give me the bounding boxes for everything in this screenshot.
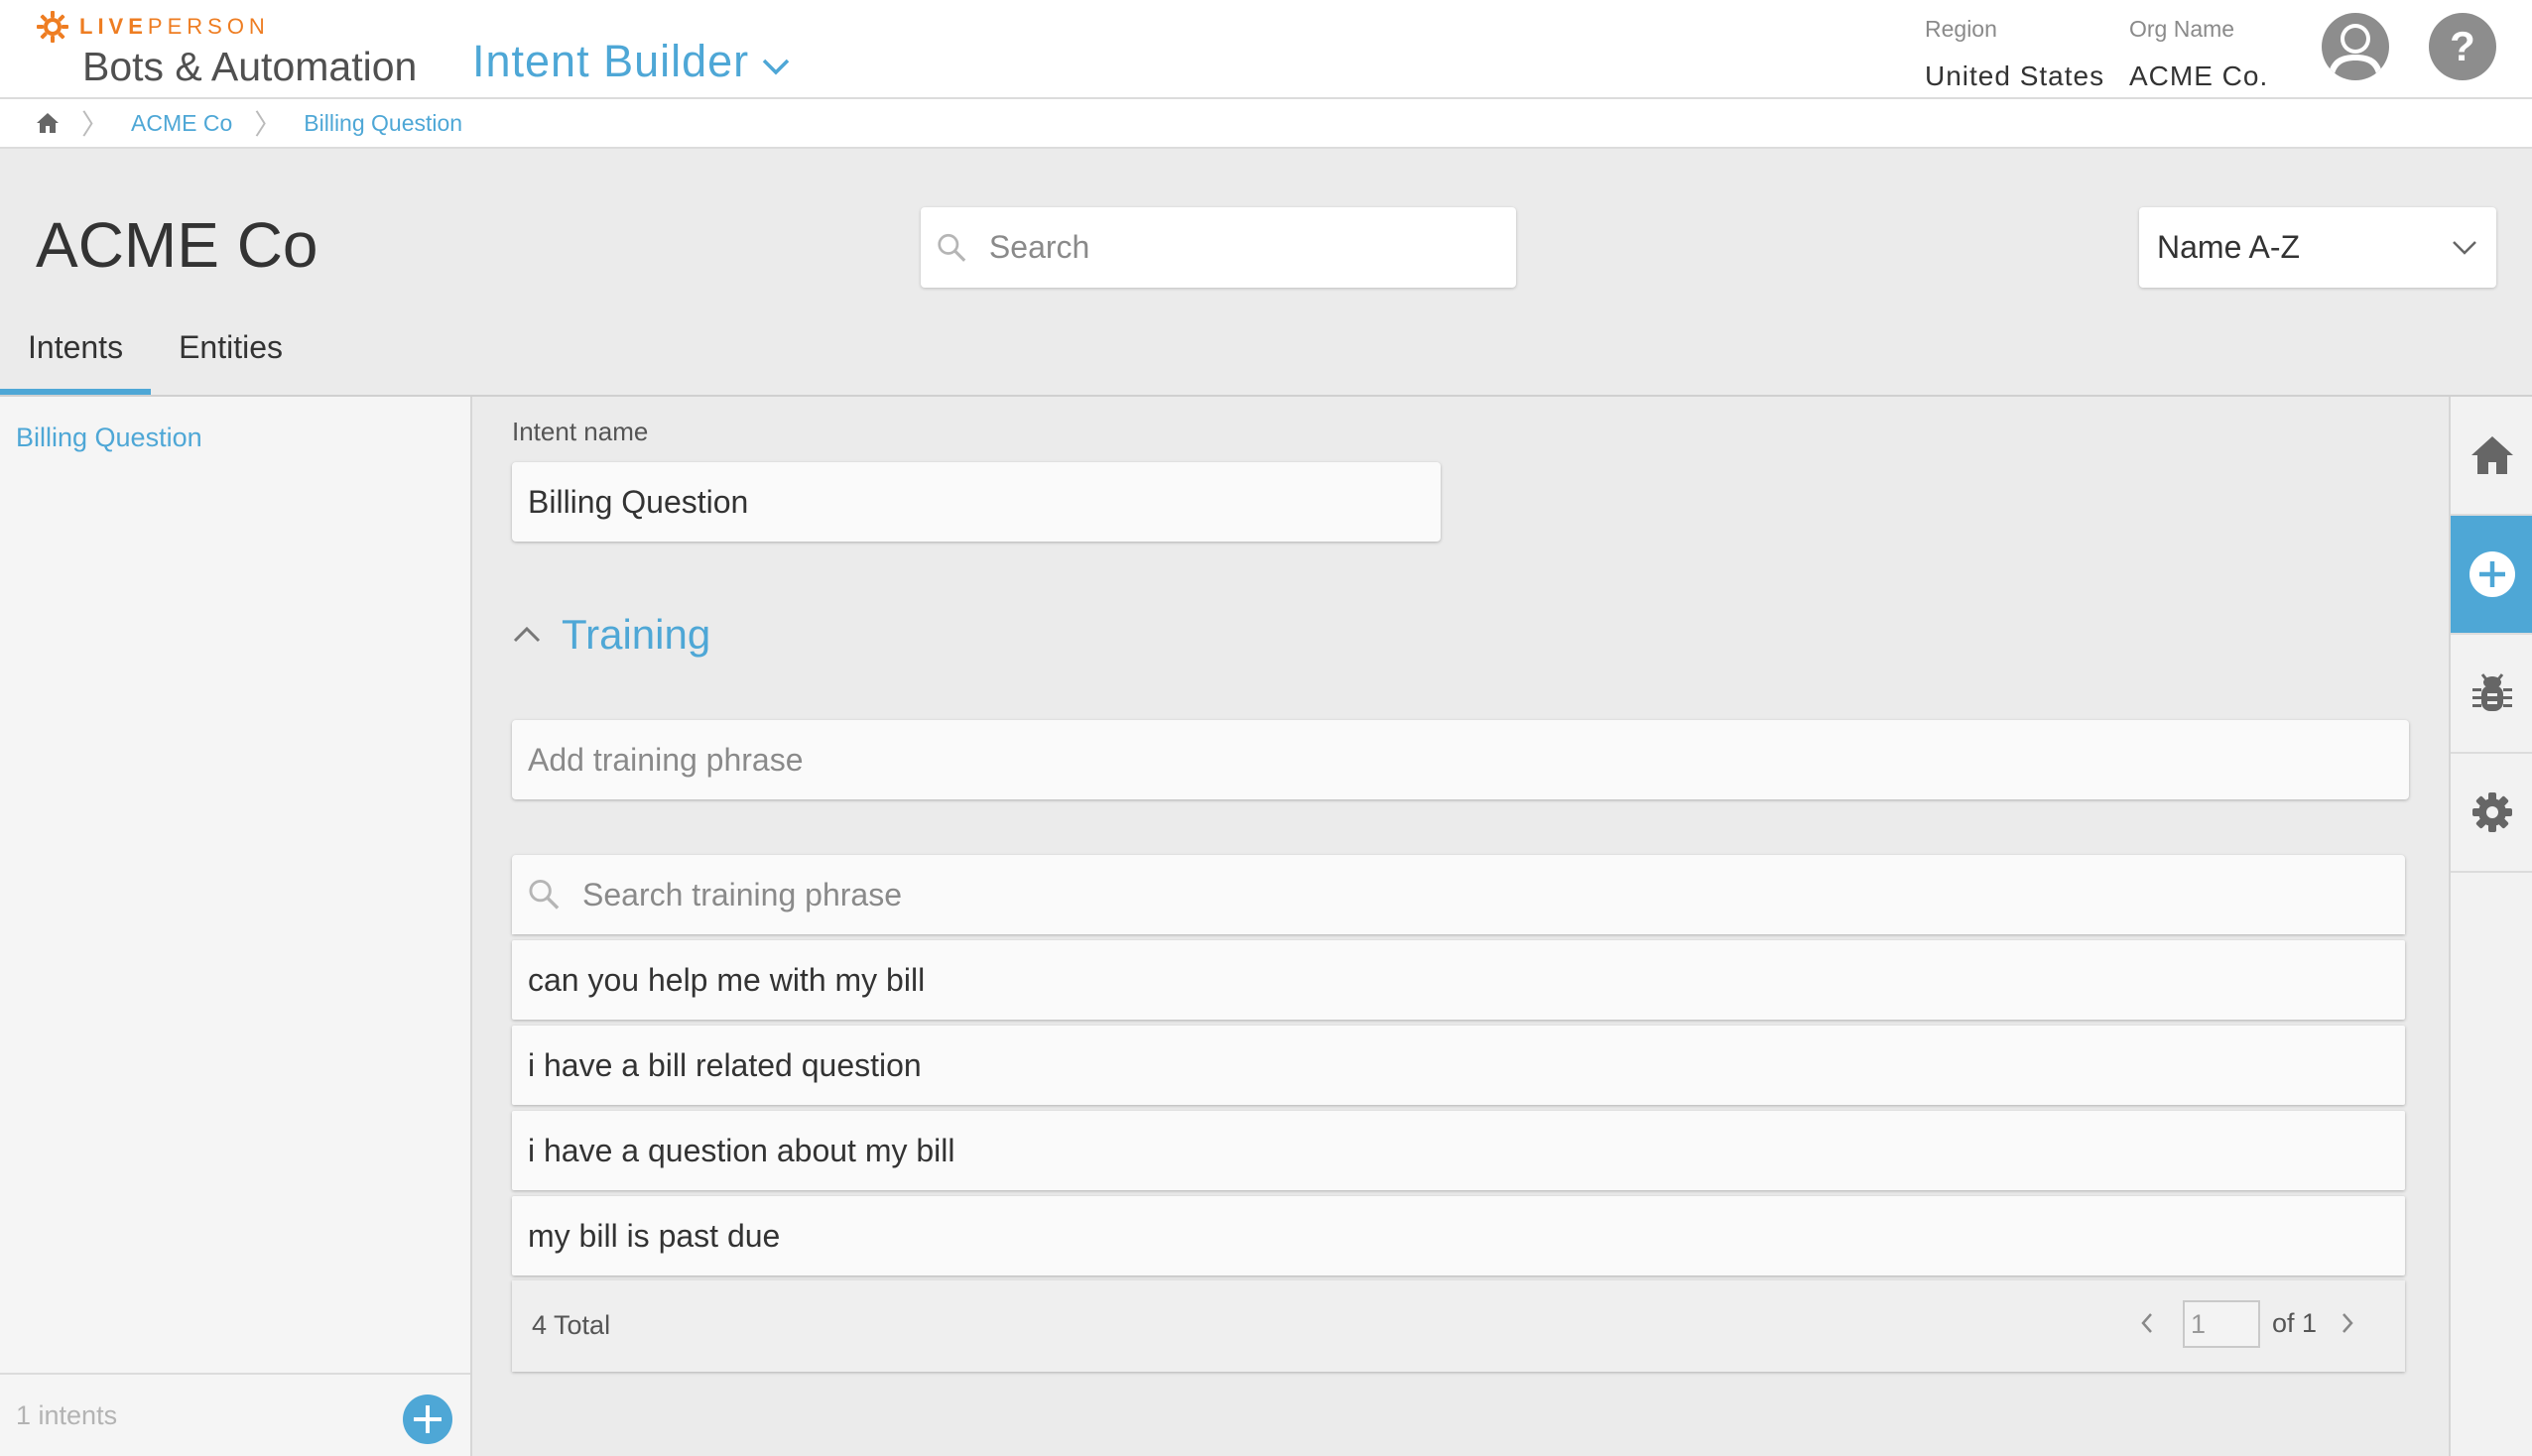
training-phrase-row[interactable]: i have a bill related question [512, 1026, 2405, 1105]
breadcrumb-separator: 〉 [254, 109, 283, 140]
intent-name-field[interactable]: Billing Question [512, 462, 1441, 542]
intent-list-item[interactable]: Billing Question [16, 423, 202, 453]
liveperson-logo[interactable]: LIVEPERSON [36, 10, 270, 44]
search-icon [529, 879, 560, 910]
add-phrase-input[interactable] [528, 741, 2409, 779]
module-switcher[interactable]: Intent Builder [472, 36, 791, 87]
user-icon [2328, 24, 2383, 78]
chevron-left-icon[interactable] [2137, 1308, 2157, 1338]
chevron-right-icon[interactable] [2338, 1308, 2357, 1338]
top-header: LIVEPERSON Bots & Automation Intent Buil… [0, 0, 2532, 99]
sort-dropdown[interactable]: Name A-Z [2139, 207, 2496, 288]
chevron-down-icon [2453, 240, 2476, 255]
region-label: Region [1925, 16, 1997, 42]
training-section-toggle[interactable]: Training [512, 611, 710, 659]
home-icon[interactable] [36, 112, 60, 134]
intent-name-label: Intent name [512, 417, 649, 446]
page-number-input[interactable]: 1 [2183, 1300, 2260, 1348]
rail-home-button[interactable] [2451, 397, 2532, 516]
training-phrase-row[interactable]: my bill is past due [512, 1196, 2405, 1275]
training-phrase-search [512, 855, 2405, 934]
breadcrumb-separator: 〉 [81, 109, 110, 140]
search-box [921, 207, 1516, 288]
page-of-label: of 1 [2272, 1308, 2318, 1338]
help-icon: ? [2450, 23, 2475, 69]
org-field: Org Name ACME Co. [2129, 16, 2268, 92]
search-icon [938, 233, 966, 262]
search-input[interactable] [988, 229, 1516, 266]
help-button[interactable]: ? [2429, 13, 2496, 80]
sun-logo-icon [37, 11, 68, 43]
search-phrase-input[interactable] [582, 876, 2405, 913]
chevron-down-icon [762, 59, 790, 75]
add-intent-button[interactable] [403, 1395, 452, 1444]
phrases-pagination: 4 Total 1 of 1 [512, 1280, 2405, 1372]
chevron-up-icon [513, 626, 541, 643]
gear-icon [2472, 792, 2512, 832]
brand-wordmark: LIVEPERSON [79, 14, 270, 39]
region-value: United States [1925, 61, 2105, 91]
rail-add-button[interactable] [2451, 516, 2532, 635]
page-title: ACME Co [36, 209, 318, 281]
plus-icon [414, 1405, 442, 1433]
training-title: Training [562, 611, 711, 658]
region-field: Region United States [1925, 16, 2104, 92]
module-name: Intent Builder [472, 36, 750, 86]
breadcrumb: 〉 ACME Co 〉 Billing Question [0, 99, 2532, 149]
org-label: Org Name [2129, 16, 2235, 42]
intents-footer: 1 intents [0, 1373, 470, 1456]
tab-bar: Intents Entities [0, 317, 311, 395]
rail-debug-button[interactable] [2451, 635, 2532, 754]
right-tool-rail [2449, 397, 2532, 1456]
breadcrumb-org[interactable]: ACME Co [131, 110, 232, 137]
add-training-phrase [512, 720, 2409, 799]
product-name: Bots & Automation [82, 44, 418, 89]
add-circle-icon [2469, 551, 2515, 597]
training-phrase-row[interactable]: i have a question about my bill [512, 1111, 2405, 1190]
sort-value: Name A-Z [2157, 229, 2301, 265]
breadcrumb-intent[interactable]: Billing Question [304, 110, 462, 137]
phrases-total: 4 Total [532, 1310, 611, 1340]
tab-intents[interactable]: Intents [0, 317, 152, 395]
intents-count: 1 intents [16, 1400, 118, 1430]
rail-settings-button[interactable] [2451, 754, 2532, 873]
user-avatar[interactable] [2322, 13, 2389, 80]
intents-panel: Billing Question 1 intents [0, 397, 472, 1456]
training-phrase-row[interactable]: can you help me with my bill [512, 940, 2405, 1020]
org-value: ACME Co. [2129, 61, 2269, 91]
tab-entities[interactable]: Entities [151, 317, 311, 395]
bug-icon [2472, 673, 2512, 711]
home-icon [2471, 436, 2513, 474]
